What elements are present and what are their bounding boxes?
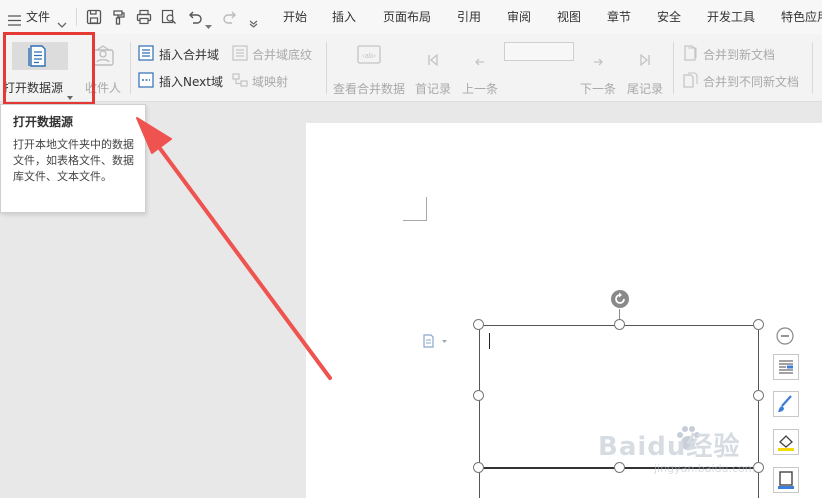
watermark-url: jingyan.baidu.com [654,462,756,475]
watermark-brand: Baidu经验 [598,432,741,462]
baidu-watermark: Baidu经验 jingyan.baidu.com [596,420,816,498]
